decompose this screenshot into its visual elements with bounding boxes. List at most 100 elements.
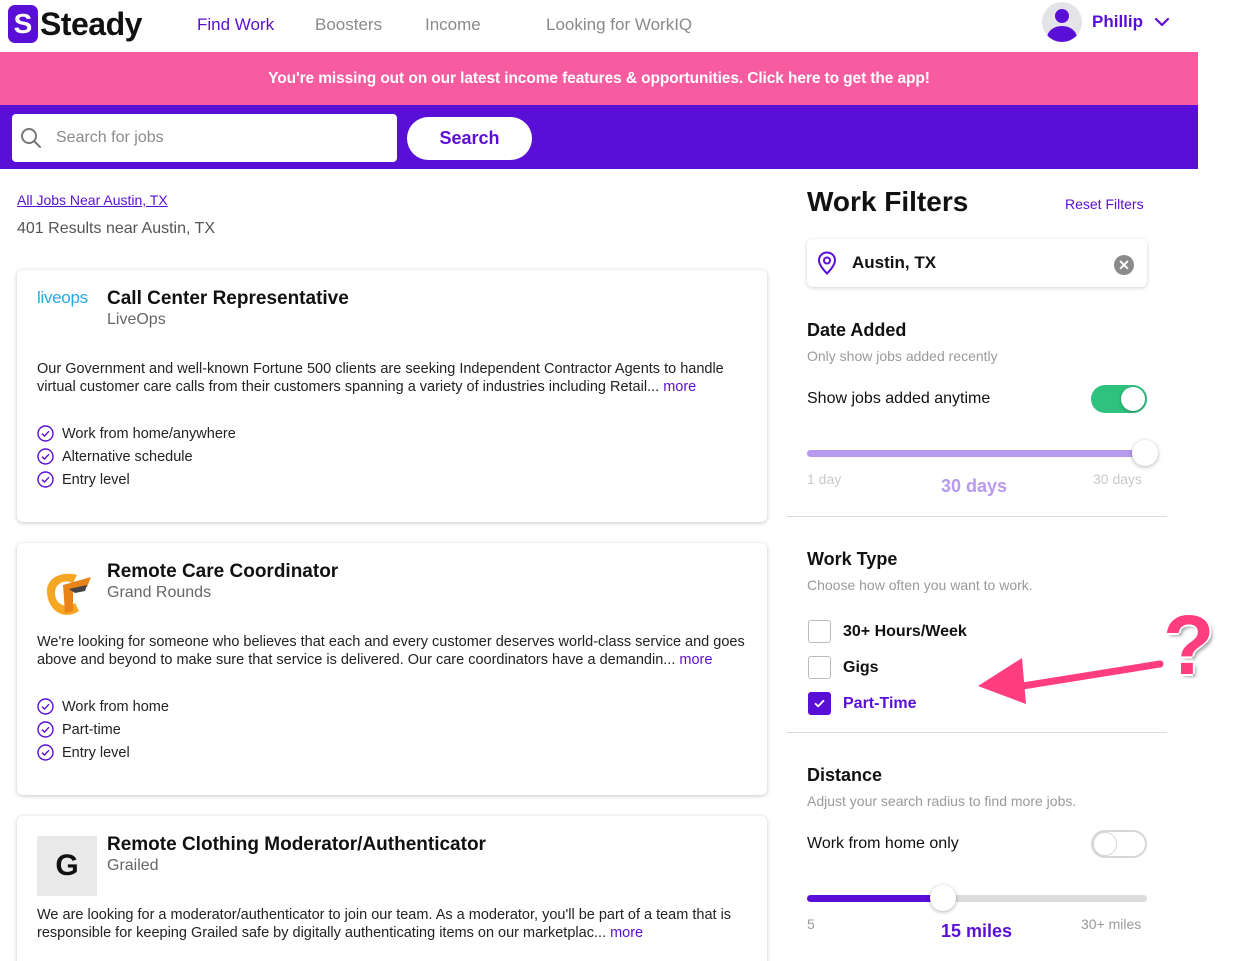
page: S Steady Find Work Boosters Income Looki… bbox=[0, 0, 1260, 961]
grailed-logo: G bbox=[37, 836, 97, 896]
grand-rounds-logo bbox=[47, 573, 91, 615]
check-circle-icon bbox=[37, 425, 54, 442]
job-company: LiveOps bbox=[107, 311, 166, 328]
location-value: Austin, TX bbox=[852, 253, 937, 272]
date-slider-max: 30 days bbox=[1093, 471, 1143, 487]
work-type-option-part-time[interactable]: Part-Time bbox=[808, 692, 917, 715]
distance-title: Distance bbox=[807, 765, 883, 785]
user-name: Phillip bbox=[1092, 12, 1143, 31]
logo-text: Steady bbox=[40, 5, 142, 42]
more-link[interactable]: more bbox=[610, 925, 643, 941]
user-menu[interactable]: Phillip bbox=[1042, 2, 1171, 42]
checkbox[interactable] bbox=[808, 620, 831, 643]
job-tag-label: Entry level bbox=[62, 471, 130, 488]
reset-filters-link[interactable]: Reset Filters bbox=[1065, 196, 1144, 212]
job-tag-label: Alternative schedule bbox=[62, 448, 193, 465]
job-tag: Entry level bbox=[37, 468, 236, 491]
nav-income[interactable]: Income bbox=[425, 15, 481, 35]
job-description: Our Government and well-known Fortune 50… bbox=[37, 360, 747, 396]
job-description: We are looking for a moderator/authentic… bbox=[37, 906, 747, 942]
date-slider-min: 1 day bbox=[807, 471, 842, 487]
annotation-question-mark: ? bbox=[1163, 598, 1215, 692]
date-slider-fill bbox=[807, 450, 1147, 457]
job-description-text: Our Government and well-known Fortune 50… bbox=[37, 361, 724, 395]
job-tag-label: Part-time bbox=[62, 721, 121, 738]
checkbox-label: Gigs bbox=[843, 658, 879, 676]
filters-title: Work Filters bbox=[807, 186, 969, 217]
job-title[interactable]: Remote Care Coordinator bbox=[107, 561, 338, 583]
job-tag: Alternative schedule bbox=[37, 445, 236, 468]
job-card[interactable]: Remote Care Coordinator Grand Rounds We'… bbox=[17, 543, 767, 795]
check-circle-icon bbox=[37, 698, 54, 715]
job-tag-label: Entry level bbox=[62, 744, 130, 761]
nav-boosters[interactable]: Boosters bbox=[315, 15, 382, 35]
results-count: 401 Results near Austin, TX bbox=[17, 220, 216, 237]
distance-slider-min: 5 bbox=[807, 916, 815, 932]
job-description: We're looking for someone who believes t… bbox=[37, 633, 747, 669]
job-company: Grailed bbox=[107, 857, 159, 874]
show-anytime-label: Show jobs added anytime bbox=[807, 390, 991, 407]
job-tag: Work from home/anywhere bbox=[37, 422, 236, 445]
checkmark-icon bbox=[814, 699, 825, 708]
job-card[interactable]: G Remote Clothing Moderator/Authenticato… bbox=[17, 816, 767, 961]
search-button[interactable]: Search bbox=[407, 117, 532, 160]
chevron-down-icon bbox=[1154, 17, 1170, 27]
divider bbox=[787, 732, 1167, 733]
distance-slider-fill bbox=[807, 895, 943, 902]
job-title[interactable]: Call Center Representative bbox=[107, 288, 349, 310]
date-added-title: Date Added bbox=[807, 320, 907, 340]
more-link[interactable]: more bbox=[663, 379, 696, 395]
job-tag: Entry level bbox=[37, 741, 169, 764]
app-promo-banner[interactable]: You're missing out on our latest income … bbox=[0, 52, 1198, 105]
check-circle-icon bbox=[37, 448, 54, 465]
job-tag-label: Work from home/anywhere bbox=[62, 425, 236, 442]
liveops-logo: liveops bbox=[37, 288, 88, 307]
work-from-home-toggle[interactable] bbox=[1091, 830, 1147, 858]
divider bbox=[787, 516, 1167, 517]
clear-icon[interactable]: ✕ bbox=[1114, 255, 1134, 275]
work-type-subtitle: Choose how often you want to work. bbox=[807, 577, 1033, 593]
job-company: Grand Rounds bbox=[107, 584, 212, 601]
check-circle-icon bbox=[37, 471, 54, 488]
work-type-option-gigs[interactable]: Gigs bbox=[808, 656, 879, 679]
steady-logo[interactable]: S Steady bbox=[8, 4, 142, 44]
checkbox-label: Part-Time bbox=[843, 694, 917, 712]
distance-slider-max: 30+ miles bbox=[1081, 916, 1142, 932]
location-field[interactable]: Austin, TX ✕ bbox=[807, 239, 1147, 287]
distance-slider-value: 15 miles bbox=[941, 921, 1013, 941]
search-icon bbox=[21, 128, 41, 148]
job-tags: Work from home Part-time Entry level bbox=[37, 695, 169, 764]
work-type-title: Work Type bbox=[807, 549, 898, 569]
search-bar: Search bbox=[0, 105, 1198, 169]
nav-workiq[interactable]: Looking for WorkIQ bbox=[546, 15, 692, 35]
date-slider-value: 30 days bbox=[941, 476, 1008, 496]
avatar bbox=[1042, 2, 1082, 42]
check-circle-icon bbox=[37, 721, 54, 738]
checkbox-label: 30+ Hours/Week bbox=[843, 622, 967, 640]
search-input[interactable] bbox=[56, 129, 376, 147]
top-nav: S Steady Find Work Boosters Income Looki… bbox=[0, 0, 1198, 52]
checkbox-checked[interactable] bbox=[808, 692, 831, 715]
location-pin-icon bbox=[817, 251, 837, 275]
job-tag: Work from home bbox=[37, 695, 169, 718]
annotation-arrow-icon bbox=[978, 658, 1164, 704]
work-from-home-label: Work from home only bbox=[807, 835, 959, 852]
more-link[interactable]: more bbox=[679, 652, 712, 668]
job-tag-label: Work from home bbox=[62, 698, 169, 715]
distance-slider-handle[interactable] bbox=[930, 885, 956, 911]
show-anytime-toggle[interactable] bbox=[1091, 385, 1147, 413]
nav-find-work[interactable]: Find Work bbox=[197, 15, 274, 35]
job-title[interactable]: Remote Clothing Moderator/Authenticator bbox=[107, 834, 486, 856]
breadcrumb[interactable]: All Jobs Near Austin, TX bbox=[17, 192, 168, 208]
job-card[interactable]: liveops Call Center Representative LiveO… bbox=[17, 270, 767, 522]
logo-mark: S bbox=[8, 5, 38, 43]
distance-subtitle: Adjust your search radius to find more j… bbox=[807, 793, 1077, 809]
work-type-option-full-time[interactable]: 30+ Hours/Week bbox=[808, 620, 967, 643]
job-tag: Part-time bbox=[37, 718, 169, 741]
date-added-subtitle: Only show jobs added recently bbox=[807, 348, 998, 364]
checkbox[interactable] bbox=[808, 656, 831, 679]
job-description-text: We're looking for someone who believes t… bbox=[37, 634, 745, 668]
date-slider-handle[interactable] bbox=[1132, 440, 1158, 466]
search-box bbox=[12, 114, 397, 162]
job-tags: Work from home/anywhere Alternative sche… bbox=[37, 422, 236, 491]
